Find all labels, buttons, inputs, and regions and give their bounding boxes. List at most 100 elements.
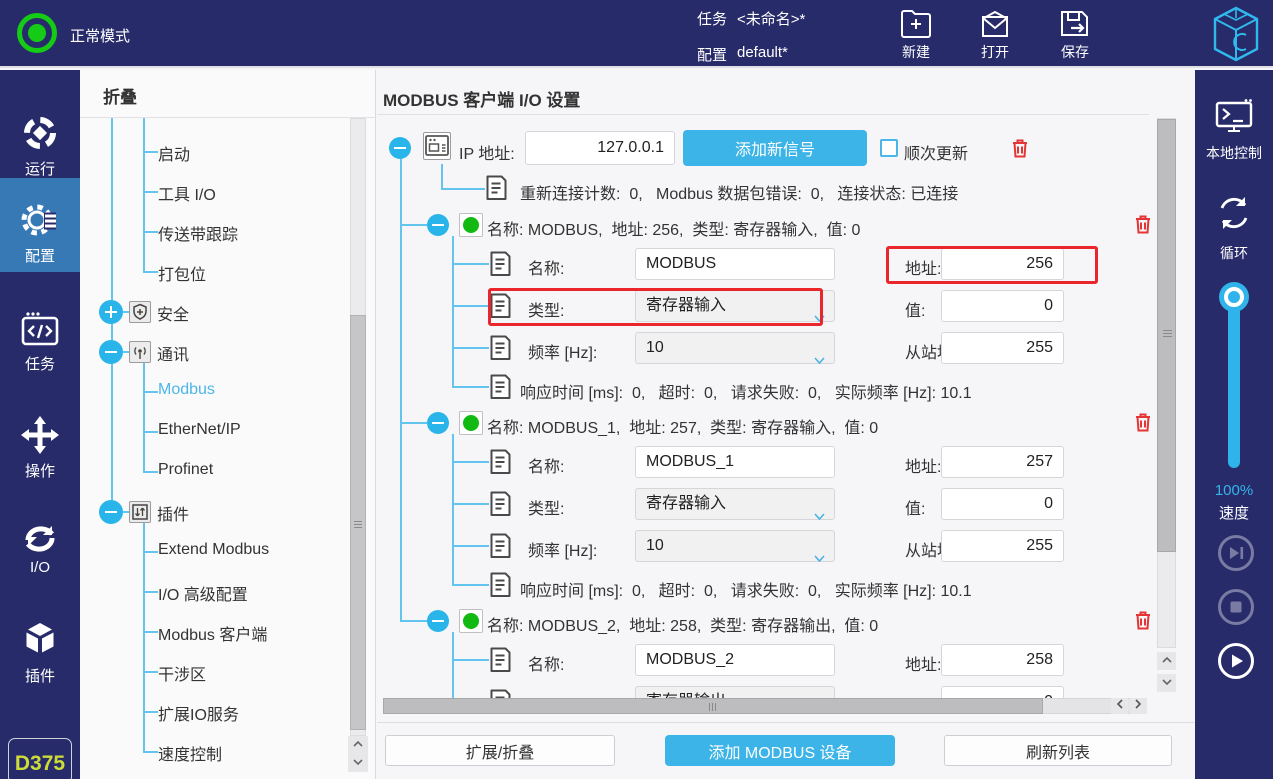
refresh-list-button[interactable]: 刷新列表: [944, 735, 1172, 766]
tree-expander-icon[interactable]: [99, 340, 123, 364]
sidebar-item-plugin[interactable]: 插件: [0, 602, 80, 696]
speed-slider-track[interactable]: [1228, 298, 1240, 468]
new-folder-icon: [885, 8, 947, 40]
delete-signal-icon[interactable]: [1134, 214, 1152, 234]
tree-branch-line: [143, 271, 158, 273]
main-vscrollbar-thumb[interactable]: [1157, 119, 1176, 552]
step-button[interactable]: [1218, 535, 1254, 571]
tree-branch-line: [143, 671, 158, 673]
signal-name-input[interactable]: MODBUS_2: [635, 644, 835, 676]
delete-signal-icon[interactable]: [1134, 412, 1152, 432]
sidebar-item-run[interactable]: 运行: [0, 95, 80, 189]
speed-slider-handle[interactable]: [1219, 282, 1249, 312]
tree-item[interactable]: I/O 高级配置: [80, 578, 340, 606]
tree-group-item[interactable]: 通讯: [80, 338, 340, 366]
slave-address-input[interactable]: 255: [941, 332, 1064, 364]
main-scroll-up-button[interactable]: [1157, 652, 1176, 670]
stop-icon: [1221, 609, 1251, 626]
plugin-cube-icon: [0, 620, 80, 660]
tree-group-item[interactable]: 安全: [80, 298, 340, 326]
collapse-device-icon[interactable]: [389, 137, 411, 159]
tree-item[interactable]: 扩展IO服务: [80, 698, 340, 726]
divider: [80, 117, 376, 118]
top-bar: 正常模式 任务 <未命名>* 配置 default* 新建 打开 保存: [0, 0, 1273, 68]
task-code-icon: [0, 310, 80, 348]
play-button[interactable]: [1218, 643, 1254, 679]
ip-address-input[interactable]: 127.0.0.1: [525, 131, 675, 165]
delete-device-icon[interactable]: [1011, 138, 1029, 158]
signal-status-icon: [459, 609, 483, 633]
value-label: 值:: [905, 495, 925, 519]
new-button[interactable]: 新建: [885, 8, 947, 62]
main-hscrollbar-thumb[interactable]: [383, 698, 1043, 714]
signal-address-input[interactable]: 257: [941, 446, 1064, 478]
sequential-update-checkbox[interactable]: [880, 139, 898, 157]
delete-signal-icon[interactable]: [1134, 610, 1152, 630]
tree-group-item[interactable]: 插件: [80, 498, 340, 526]
signal-frequency-select[interactable]: 10: [635, 530, 835, 562]
tree-scroll-up-button[interactable]: [348, 736, 368, 754]
tree-branch-line: [143, 551, 158, 553]
sidebar-item-operate[interactable]: 操作: [0, 397, 80, 491]
signal-value-input[interactable]: 0: [941, 290, 1064, 322]
main-scroll-right-button[interactable]: [1130, 698, 1147, 714]
signal-value-input[interactable]: 0: [941, 488, 1064, 520]
tree-item[interactable]: Profinet: [80, 458, 340, 486]
main-scroll-left-button[interactable]: [1111, 698, 1128, 714]
collapse-signal-icon[interactable]: [427, 610, 449, 632]
brand-cube-logo: [1210, 5, 1262, 68]
main-scroll-down-button[interactable]: [1157, 674, 1176, 692]
slave-address-input[interactable]: 255: [941, 530, 1064, 562]
tree-expander-icon[interactable]: [99, 300, 123, 324]
signal-status-icon: [459, 213, 483, 237]
tree-scrollbar-thumb[interactable]: [350, 315, 366, 730]
collapse-signal-icon[interactable]: [427, 412, 449, 434]
tree-item[interactable]: 打包位: [80, 258, 340, 286]
value-label: 值:: [905, 297, 925, 321]
save-button[interactable]: 保存: [1044, 8, 1106, 62]
row-doc-icon: [489, 374, 511, 400]
tree-item[interactable]: 干涉区: [80, 658, 340, 686]
loop-button[interactable]: 循环: [1195, 192, 1273, 263]
tree-branch-line: [143, 591, 158, 593]
add-modbus-device-button[interactable]: 添加 MODBUS 设备: [665, 735, 895, 766]
signal-name-input[interactable]: MODBUS_1: [635, 446, 835, 478]
tree-item[interactable]: Modbus 客户端: [80, 618, 340, 646]
tree-item[interactable]: EtherNet/IP: [80, 418, 340, 446]
row-doc-icon: [489, 572, 511, 598]
status-indicator-icon: [17, 13, 57, 53]
signal-address-input[interactable]: 258: [941, 644, 1064, 676]
sidebar-item-config[interactable]: 配置: [0, 178, 80, 272]
tree-item[interactable]: 传送带跟踪: [80, 218, 340, 246]
save-icon: [1044, 8, 1106, 40]
expand-collapse-button[interactable]: 扩展/折叠: [385, 735, 615, 766]
skip-next-icon: [1221, 555, 1251, 572]
row-doc-icon: [489, 647, 511, 673]
config-tree-panel: 折叠 启动 工具 I/O 传送带跟踪 打包位 安全 通讯 Modbus: [80, 70, 376, 779]
tree-item[interactable]: Modbus: [80, 378, 340, 406]
tree-scroll-down-button[interactable]: [348, 754, 368, 772]
signal-type-select[interactable]: 寄存器输入: [635, 488, 835, 520]
tree-item[interactable]: 工具 I/O: [80, 178, 340, 206]
signal-value-input[interactable]: 0: [941, 686, 1064, 698]
sidebar-item-io[interactable]: I/O: [0, 500, 80, 594]
collapse-signal-icon[interactable]: [427, 214, 449, 236]
highlight-box-address: [886, 246, 1098, 284]
signal-frequency-select[interactable]: 10: [635, 332, 835, 364]
row-doc-icon: [489, 251, 511, 277]
tree-branch-line: [143, 231, 158, 233]
sidebar-item-task[interactable]: 任务: [0, 292, 80, 386]
open-button[interactable]: 打开: [964, 8, 1026, 62]
app-window: 正常模式 任务 <未命名>* 配置 default* 新建 打开 保存 运行 配…: [0, 0, 1273, 779]
tree-branch-line: [143, 431, 158, 433]
tree-item[interactable]: Extend Modbus: [80, 538, 340, 566]
add-signal-button[interactable]: 添加新信号: [683, 130, 867, 166]
local-control-button[interactable]: 本地控制: [1195, 98, 1273, 163]
signal-type-select[interactable]: 寄存器输出: [635, 686, 835, 698]
tree-collapse-header[interactable]: 折叠: [103, 83, 137, 108]
tree-expander-icon[interactable]: [99, 500, 123, 524]
tree-item[interactable]: 启动: [80, 138, 340, 166]
signal-name-input[interactable]: MODBUS: [635, 248, 835, 280]
stop-button[interactable]: [1218, 589, 1254, 625]
tree-item[interactable]: 速度控制: [80, 738, 340, 766]
